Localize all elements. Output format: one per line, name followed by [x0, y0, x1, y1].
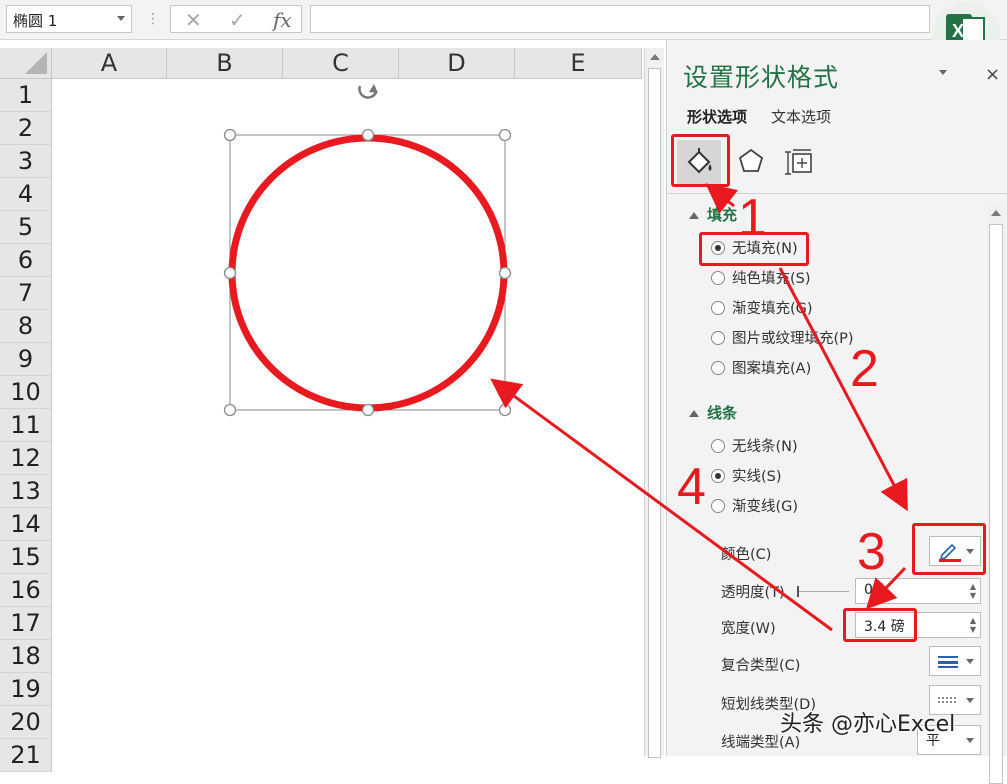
- arrow-4: [490, 378, 833, 632]
- annotation-number-4: 4: [677, 458, 706, 516]
- annotation-number-1: 1: [738, 189, 767, 247]
- arrow-2: [778, 267, 908, 512]
- annotation-number-2: 2: [850, 340, 879, 398]
- annotation-number-3: 3: [857, 523, 886, 581]
- arrow-1: [705, 183, 739, 214]
- watermark: 头条 @亦心Excel: [780, 712, 956, 737]
